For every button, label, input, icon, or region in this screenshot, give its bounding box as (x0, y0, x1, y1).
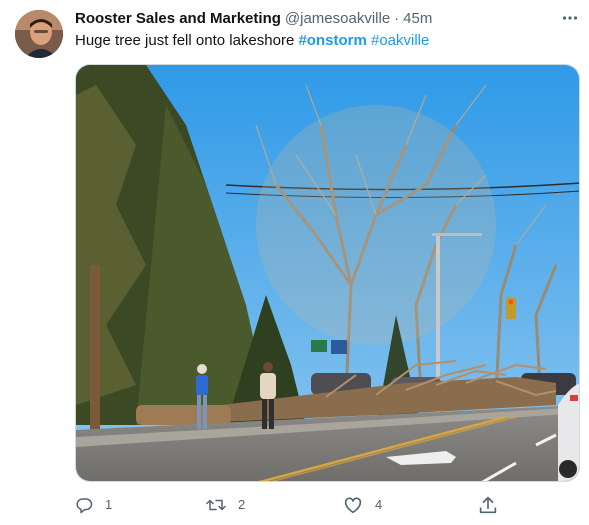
more-icon (562, 16, 578, 20)
avatar[interactable] (15, 10, 63, 58)
reply-icon (76, 498, 93, 514)
author-handle[interactable]: @jamesoakville (285, 9, 390, 29)
author-name[interactable]: Rooster Sales and Marketing (75, 9, 281, 29)
tweet-photo[interactable] (75, 64, 580, 482)
photo-icon (76, 65, 579, 481)
separator-dot: · (394, 10, 400, 27)
tweet-header: Rooster Sales and Marketing @jamesoakvil… (75, 9, 432, 29)
reply-button[interactable]: 1 (75, 494, 112, 516)
hashtag-oakville[interactable]: #oakville (371, 32, 429, 49)
like-button[interactable]: 4 (343, 494, 382, 516)
share-icon (479, 496, 497, 514)
hashtag-onstorm[interactable]: #onstorm (298, 32, 366, 49)
heart-icon (344, 497, 362, 514)
reply-count: 1 (105, 497, 113, 512)
tweet-text-body: Huge tree just fell onto lakeshore (75, 32, 299, 49)
tweet[interactable]: Rooster Sales and Marketing @jamesoakvil… (0, 0, 589, 525)
timestamp[interactable]: 45m (403, 9, 432, 29)
tweet-text: Huge tree just fell onto lakeshore #onst… (75, 31, 429, 51)
retweet-count: 2 (238, 497, 246, 512)
share-button[interactable] (479, 494, 497, 516)
retweet-button[interactable]: 2 (206, 494, 245, 516)
like-count: 4 (375, 497, 383, 512)
tweet-actions: 1 2 4 (75, 494, 505, 516)
retweet-icon (206, 499, 226, 511)
more-options-button[interactable] (560, 8, 580, 28)
